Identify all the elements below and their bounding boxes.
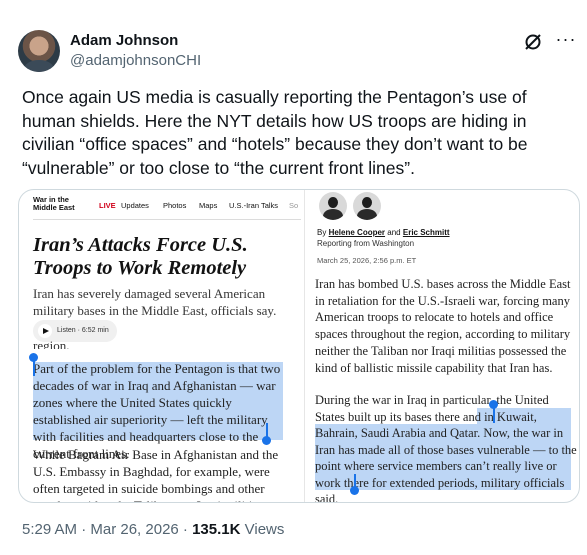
article-paragraph: neither the Taliban nor Iraqi militias p… [315, 344, 567, 375]
nav-item-cut: So [289, 201, 299, 210]
author-name[interactable]: Adam Johnson [70, 32, 178, 49]
tweet-timestamp[interactable]: 5:29 AM · Mar 26, 2026 · [22, 521, 192, 538]
tweet-text: Once again US media is casually reportin… [22, 87, 528, 178]
grok-icon[interactable] [523, 32, 543, 52]
reporting-line: Reporting from Washington [317, 239, 415, 248]
article-nav: War in the Middle East LIVE Updates Phot… [33, 194, 301, 220]
author-photo-1 [319, 192, 347, 220]
avatar[interactable] [18, 30, 60, 72]
listen-button: Listen · 6:52 min [33, 320, 117, 342]
dateline: March 25, 2026, 2:56 p.m. ET [317, 256, 417, 265]
article-left-column: War in the Middle East LIVE Updates Phot… [19, 190, 304, 502]
tweet-meta: 5:29 AM · Mar 26, 2026 · 135.1K Views [22, 521, 284, 538]
nav-item-updates: Updates [121, 201, 149, 210]
views-label: Views [240, 521, 285, 538]
article-screenshot[interactable]: War in the Middle East LIVE Updates Phot… [18, 189, 580, 503]
article-paragraph: While Bagram Air Base in Afghanistan and… [33, 447, 279, 502]
byline-author-2: Eric Schmitt [402, 228, 450, 237]
article-right-column: By Helene Cooper and Eric Schmitt Report… [305, 190, 579, 502]
more-icon[interactable]: ··· [555, 30, 577, 52]
tweet-header: Adam Johnson @adamjohnsonCHI ··· [18, 20, 577, 72]
selection-end-handle [350, 486, 359, 495]
listen-label: Listen · 6:52 min [57, 327, 109, 334]
selection-end-handle [262, 436, 271, 445]
views-count: 135.1K [192, 521, 241, 538]
author-handle[interactable]: @adamjohnsonCHI [70, 52, 201, 69]
author-photo-2 [353, 192, 381, 220]
article-headline: Iran’s Attacks Force U.S. Troops to Work… [33, 234, 248, 279]
byline-and: and [387, 228, 401, 237]
nav-item-talks: U.S.-Iran Talks [229, 201, 279, 210]
byline: By Helene Cooper and Eric Schmitt [317, 228, 450, 237]
cut-text: region. [33, 341, 70, 349]
selection-start-stem [33, 358, 35, 376]
play-icon [38, 324, 52, 338]
nav-section: War in the Middle East [33, 195, 75, 212]
nav-live: LIVE [99, 201, 116, 210]
article-paragraph: Iran has bombed U.S. bases across the Mi… [315, 277, 571, 340]
selection-start-stem [493, 405, 495, 423]
byline-author-1: Helene Cooper [328, 228, 386, 237]
byline-prefix: By [317, 228, 327, 237]
article-dek: Iran has severely damaged several Americ… [33, 286, 277, 318]
nav-item-maps: Maps [199, 201, 218, 210]
nav-item-photos: Photos [163, 201, 187, 210]
